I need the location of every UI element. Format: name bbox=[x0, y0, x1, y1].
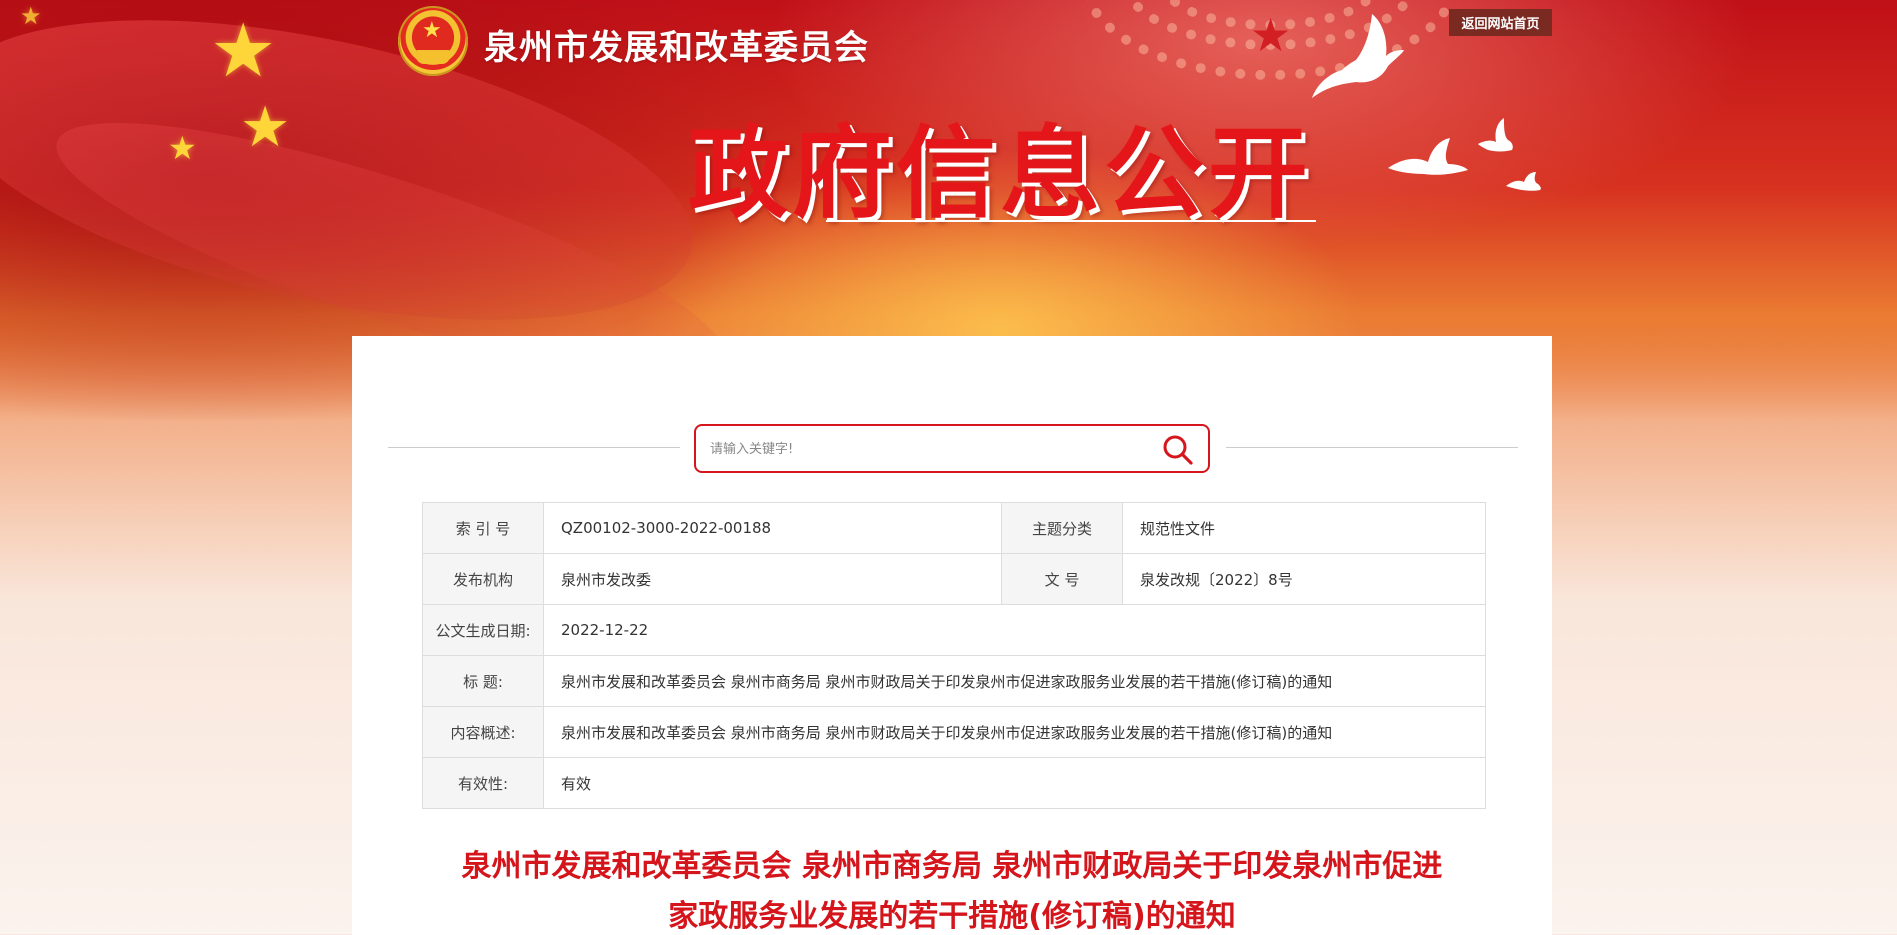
table-row: 索 引 号 QZ00102-3000-2022-00188 主题分类 规范性文件 bbox=[422, 502, 1486, 554]
table-row: 有效性: 有效 bbox=[422, 757, 1486, 809]
docno-label: 文 号 bbox=[1001, 553, 1123, 605]
search-icon bbox=[1163, 435, 1193, 465]
divider bbox=[388, 447, 680, 448]
document-info-table: 索 引 号 QZ00102-3000-2022-00188 主题分类 规范性文件… bbox=[422, 502, 1486, 809]
index-label: 索 引 号 bbox=[422, 502, 544, 554]
publisher-value: 泉州市发改委 bbox=[543, 553, 1002, 605]
table-row: 内容概述: 泉州市发展和改革委员会 泉州市商务局 泉州市财政局关于印发泉州市促进… bbox=[422, 706, 1486, 758]
table-row: 发布机构 泉州市发改委 文 号 泉发改规〔2022〕8号 bbox=[422, 553, 1486, 605]
search-area bbox=[352, 424, 1552, 473]
national-emblem-icon: ★ bbox=[398, 6, 468, 76]
title-value: 泉州市发展和改革委员会 泉州市商务局 泉州市财政局关于印发泉州市促进家政服务业发… bbox=[543, 655, 1486, 707]
star-icon: ★ bbox=[240, 95, 291, 160]
dove-icon bbox=[1474, 118, 1514, 158]
table-row: 公文生成日期: 2022-12-22 bbox=[422, 604, 1486, 656]
index-value: QZ00102-3000-2022-00188 bbox=[543, 502, 1002, 554]
dove-icon bbox=[1388, 138, 1468, 178]
search-box bbox=[694, 424, 1210, 473]
return-home-button[interactable]: 返回网站首页 bbox=[1449, 9, 1552, 36]
date-value: 2022-12-22 bbox=[543, 604, 1486, 656]
summary-label: 内容概述: bbox=[422, 706, 544, 758]
validity-label: 有效性: bbox=[422, 757, 544, 809]
dove-icon bbox=[1506, 172, 1542, 192]
topic-value: 规范性文件 bbox=[1122, 502, 1486, 554]
star-icon: ★ bbox=[210, 8, 277, 94]
title-label: 标 题: bbox=[422, 655, 544, 707]
banner-title: 政府信息公开 bbox=[688, 114, 1312, 232]
search-button[interactable] bbox=[1162, 434, 1194, 466]
document-title-line1: 泉州市发展和改革委员会 泉州市商务局 泉州市财政局关于印发泉州市促进 bbox=[461, 849, 1443, 884]
site-title: 泉州市发展和改革委员会 bbox=[484, 28, 869, 68]
document-title-line2: 家政服务业发展的若干措施(修订稿)的通知 bbox=[668, 899, 1236, 934]
dove-icon bbox=[1312, 14, 1404, 100]
document-title: 泉州市发展和改革委员会 泉州市商务局 泉州市财政局关于印发泉州市促进 家政服务业… bbox=[412, 842, 1492, 935]
content-card: 索 引 号 QZ00102-3000-2022-00188 主题分类 规范性文件… bbox=[352, 336, 1552, 935]
star-icon: ★ bbox=[168, 129, 197, 167]
summary-value: 泉州市发展和改革委员会 泉州市商务局 泉州市财政局关于印发泉州市促进家政服务业发… bbox=[543, 706, 1486, 758]
table-row: 标 题: 泉州市发展和改革委员会 泉州市商务局 泉州市财政局关于印发泉州市促进家… bbox=[422, 655, 1486, 707]
publisher-label: 发布机构 bbox=[422, 553, 544, 605]
topic-label: 主题分类 bbox=[1001, 502, 1123, 554]
date-label: 公文生成日期: bbox=[422, 604, 544, 656]
search-input[interactable] bbox=[710, 436, 1130, 462]
divider bbox=[1226, 447, 1518, 448]
star-icon: ★ bbox=[1250, 8, 1292, 62]
validity-value: 有效 bbox=[543, 757, 1486, 809]
star-icon: ★ bbox=[20, 2, 42, 30]
title-underline bbox=[826, 220, 1316, 222]
docno-value: 泉发改规〔2022〕8号 bbox=[1122, 553, 1486, 605]
